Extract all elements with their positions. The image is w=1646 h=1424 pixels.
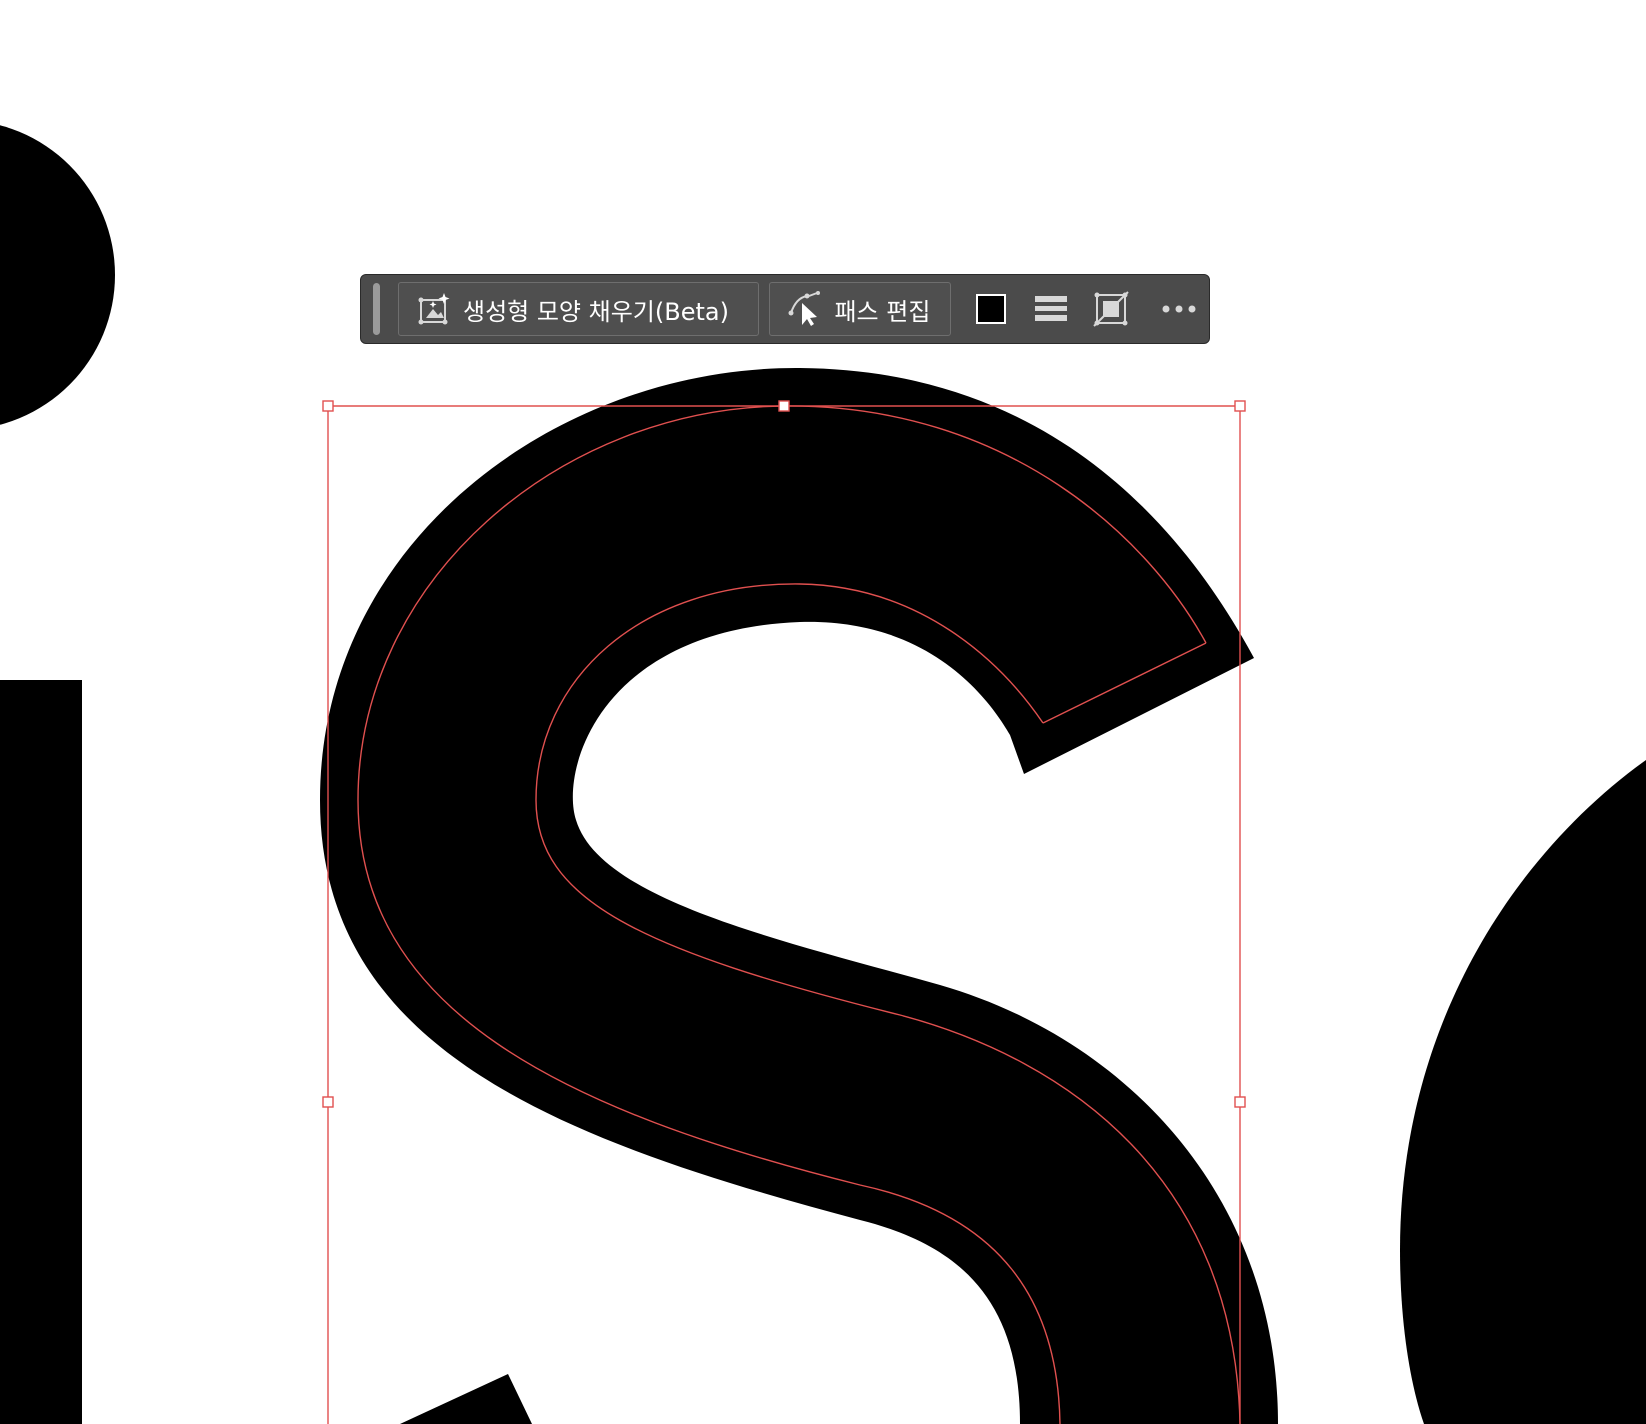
artboard-canvas[interactable]	[0, 0, 1646, 1424]
drag-grip-handle[interactable]	[373, 283, 380, 335]
transform-icon[interactable]	[1091, 289, 1131, 329]
edit-path-button[interactable]: 패스 편집	[769, 282, 952, 336]
edit-path-label: 패스 편집	[834, 297, 931, 326]
letter-c-shape	[1400, 760, 1646, 1424]
letter-i-stem	[0, 680, 82, 1424]
generative-shape-fill-label: 생성형 모양 채우기(Beta)	[462, 297, 729, 326]
generative-fill-icon	[415, 290, 453, 328]
generative-shape-fill-button[interactable]: 생성형 모양 채우기(Beta)	[397, 282, 760, 336]
stroke-options-icon[interactable]	[1031, 289, 1071, 329]
letter-s-shape[interactable]	[320, 367, 1278, 1424]
fill-color-swatch[interactable]	[971, 289, 1011, 329]
more-options-icon[interactable]	[1159, 289, 1199, 329]
handle-middle-right[interactable]	[1234, 1096, 1246, 1108]
edit-path-icon	[786, 290, 824, 328]
letter-i-dot	[0, 125, 115, 425]
handle-middle-left[interactable]	[322, 1096, 334, 1108]
handle-top-left[interactable]	[322, 400, 334, 412]
fill-color-swatch-box	[976, 294, 1007, 324]
letter-s-lower-stub	[400, 1374, 532, 1424]
handle-top-center[interactable]	[778, 400, 790, 412]
contextual-task-bar: 생성형 모양 채우기(Beta) 패스 편집	[360, 274, 1210, 344]
handle-top-right[interactable]	[1234, 400, 1246, 412]
